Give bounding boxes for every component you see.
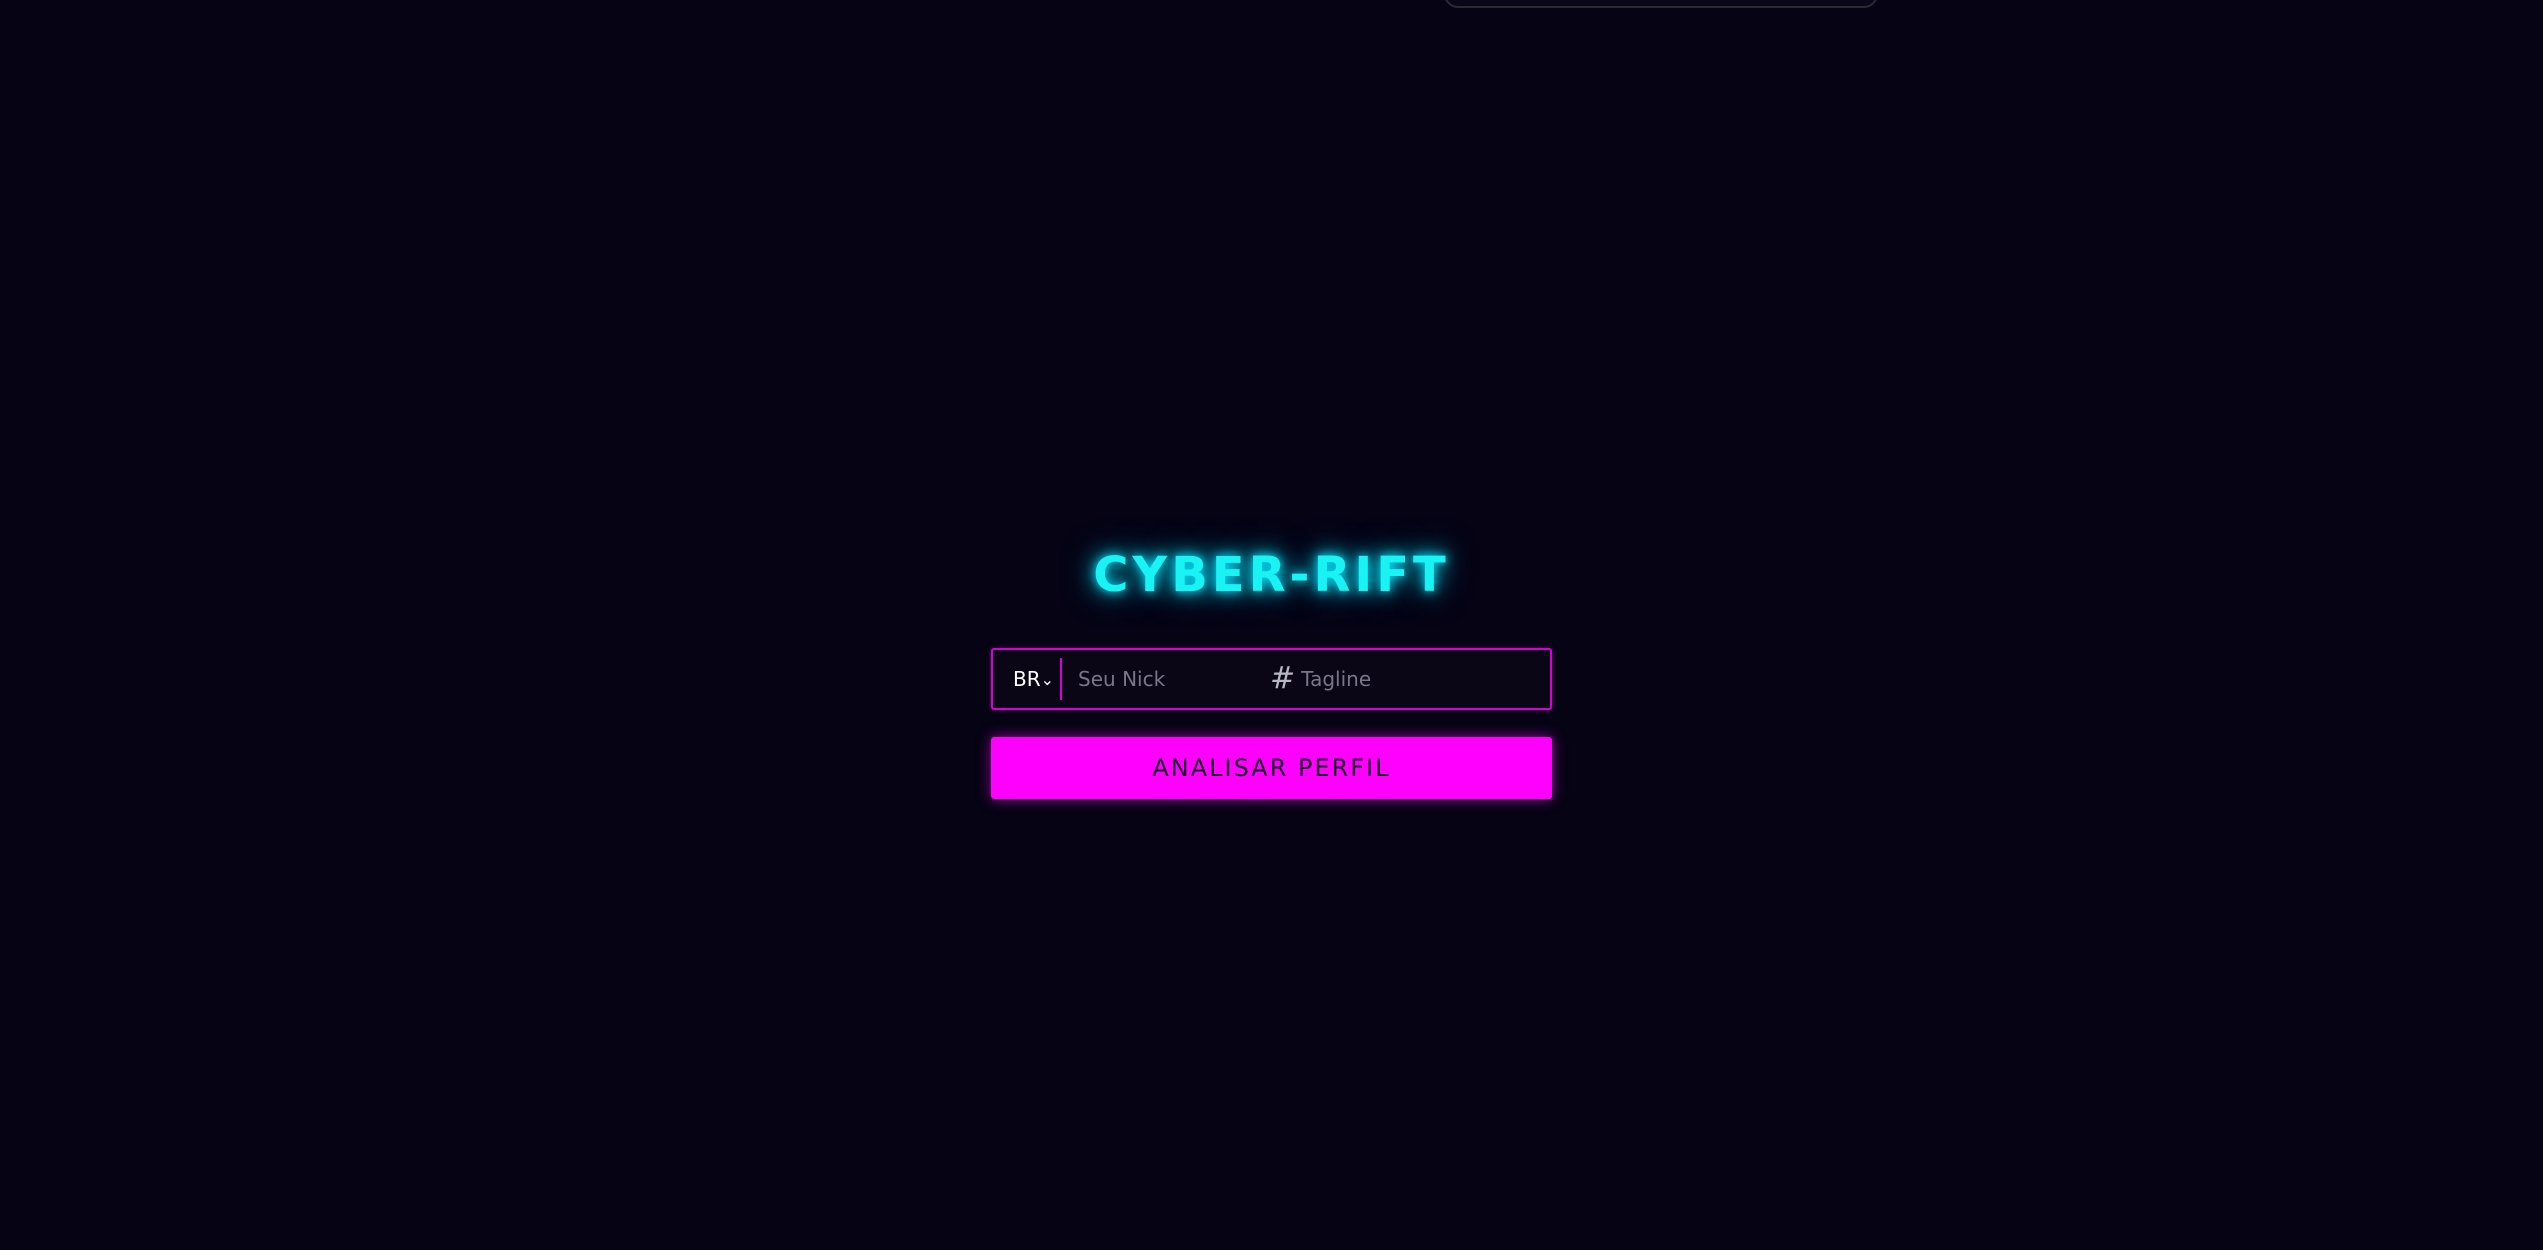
region-select-value: BR xyxy=(1013,667,1041,691)
tagline-input[interactable] xyxy=(1295,649,1553,709)
player-search-bar: BR ⌄ # xyxy=(991,648,1553,710)
top-browser-tab-edge xyxy=(1444,0,1878,8)
hash-separator: # xyxy=(1270,661,1296,696)
nick-input[interactable] xyxy=(1062,649,1271,709)
region-select[interactable]: BR ⌄ xyxy=(993,658,1063,700)
search-panel: CYBER-RIFT BR ⌄ # ANALISAR PERFIL xyxy=(991,540,1553,799)
page-title: CYBER-RIFT xyxy=(1093,547,1450,603)
analyze-profile-button[interactable]: ANALISAR PERFIL xyxy=(991,737,1552,799)
chevron-down-icon: ⌄ xyxy=(1040,669,1055,689)
